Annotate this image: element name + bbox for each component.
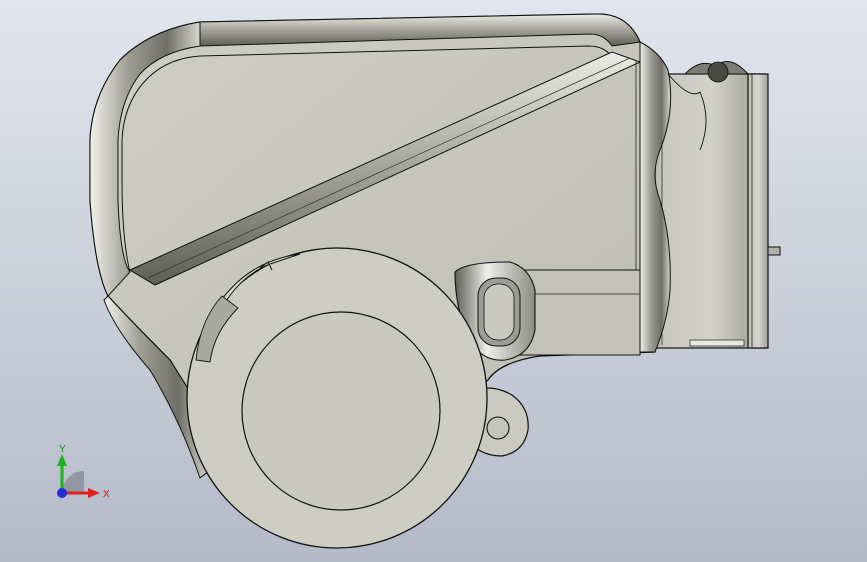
x-axis-arrow [88, 488, 100, 498]
x-axis-label: X [103, 489, 110, 500]
graphics-viewport[interactable]: Y X [0, 0, 867, 562]
z-axis-point [57, 488, 67, 498]
y-axis-label: Y [59, 444, 66, 455]
coordinate-triad[interactable]: Y X [40, 436, 120, 516]
y-axis-arrow [57, 454, 67, 466]
model-view[interactable] [0, 0, 867, 562]
